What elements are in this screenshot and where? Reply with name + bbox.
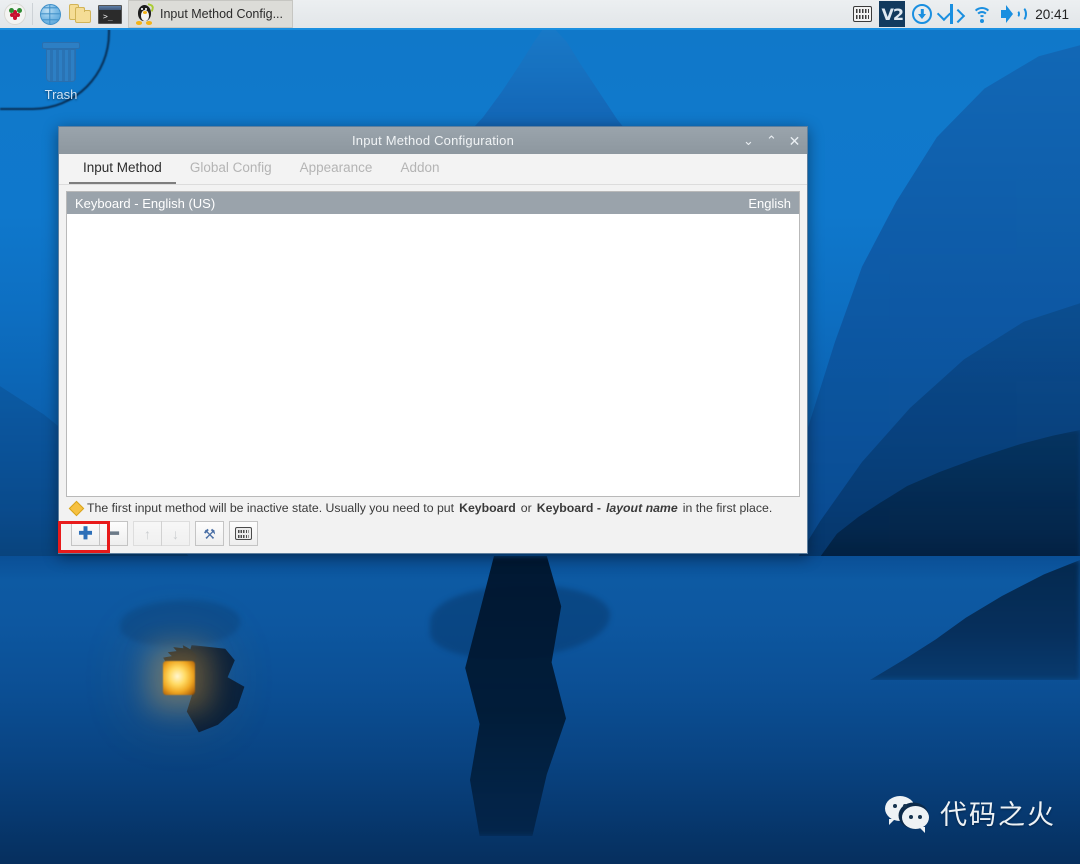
tab-bar: Input Method Global Config Appearance Ad… [59, 154, 807, 185]
warning-diamond-icon [68, 500, 85, 516]
arrow-down-icon: ↓ [172, 525, 179, 542]
window-titlebar[interactable]: Input Method Configuration ⌄ ⌃ ✕ [59, 127, 807, 154]
desktop-icon-label: Trash [44, 87, 78, 102]
taskbar-web-browser[interactable] [35, 0, 65, 28]
input-method-language: English [748, 195, 791, 211]
keyboard-icon [852, 6, 872, 22]
minimize-button[interactable]: ⌄ [742, 134, 755, 147]
dialog-body: Keyboard - English (US) English The firs… [59, 185, 807, 553]
desktop-icon-trash[interactable]: Trash [22, 42, 100, 102]
hint-text-part2: in the first place. [682, 501, 773, 515]
tray-keyboard-button[interactable] [847, 0, 877, 29]
taskbar-raspberry-menu[interactable] [0, 0, 30, 28]
taskbar-window-button-label: Input Method Config... [160, 7, 283, 21]
tab-addon[interactable]: Addon [386, 156, 453, 184]
taskbar-window-button-input-method[interactable]: Input Method Config... [128, 0, 293, 28]
wallpaper-lantern [163, 661, 195, 695]
remove-input-method-button[interactable]: ━ [99, 521, 128, 546]
terminal-icon: >_ [98, 4, 122, 24]
terminal-prompt-glyph: >_ [103, 11, 113, 21]
tray-volume-button[interactable] [997, 0, 1028, 29]
move-up-button[interactable]: ↑ [133, 521, 162, 546]
tab-input-method[interactable]: Input Method [69, 156, 176, 184]
wifi-icon [971, 6, 993, 23]
hint-text-part1: The first input method will be inactive … [87, 501, 455, 515]
taskbar-separator [32, 3, 33, 25]
input-method-name: Keyboard - English (US) [75, 195, 216, 211]
hint-text-bold2: Keyboard - [536, 501, 601, 515]
configure-button[interactable]: ⚒ [195, 521, 224, 546]
keyboard-layout-button[interactable] [229, 521, 258, 546]
trash-icon [41, 42, 81, 84]
globe-icon [39, 3, 61, 25]
hint-text-italic: layout name [605, 501, 678, 515]
hint-text-bold1: Keyboard [459, 501, 516, 515]
taskbar-launchers: >_ Input Method Config... [0, 0, 293, 29]
taskbar: >_ Input Method Config... V2 20:41 [0, 0, 1080, 30]
taskbar-file-manager[interactable] [65, 0, 95, 28]
add-input-method-button[interactable]: ✚ [71, 521, 100, 546]
list-item[interactable]: Keyboard - English (US) English [67, 192, 799, 214]
plus-icon: ✚ [78, 524, 93, 543]
close-button[interactable]: ✕ [788, 134, 801, 148]
arrow-up-icon: ↑ [144, 525, 151, 542]
hint-text-mid: or [520, 501, 532, 515]
list-toolbar: ✚ ━ ↑ ↓ ⚒ [66, 518, 800, 553]
tab-appearance[interactable]: Appearance [286, 156, 387, 184]
window-controls: ⌄ ⌃ ✕ [742, 127, 801, 154]
vnc-icon: V2 [879, 1, 906, 27]
download-circle-icon [912, 4, 933, 24]
input-method-configuration-window: Input Method Configuration ⌄ ⌃ ✕ Input M… [58, 126, 808, 554]
keyboard-icon [235, 527, 252, 540]
speaker-icon [1001, 5, 1028, 23]
taskbar-terminal[interactable]: >_ [95, 0, 125, 28]
tray-bluetooth-button[interactable] [937, 0, 967, 29]
wallpaper-reflection-cloud-b [120, 600, 240, 646]
bluetooth-icon [943, 4, 961, 24]
minus-icon: ━ [108, 524, 119, 543]
taskbar-clock[interactable]: 20:41 [1027, 7, 1071, 22]
raspberry-icon [4, 3, 26, 25]
tray-vnc-button[interactable]: V2 [877, 0, 907, 29]
move-down-button[interactable]: ↓ [161, 521, 190, 546]
maximize-button[interactable]: ⌃ [765, 134, 778, 147]
input-method-list[interactable]: Keyboard - English (US) English [66, 191, 800, 497]
hint-message: The first input method will be inactive … [66, 497, 800, 518]
tools-icon: ⚒ [203, 525, 216, 542]
tray-updates-button[interactable] [907, 0, 937, 29]
window-title: Input Method Configuration [351, 133, 515, 148]
tray-wifi-button[interactable] [967, 0, 997, 29]
tux-icon [136, 2, 155, 25]
taskbar-tray: V2 20:41 [847, 0, 1080, 29]
tab-global-config[interactable]: Global Config [176, 156, 286, 184]
folders-icon [68, 4, 92, 24]
